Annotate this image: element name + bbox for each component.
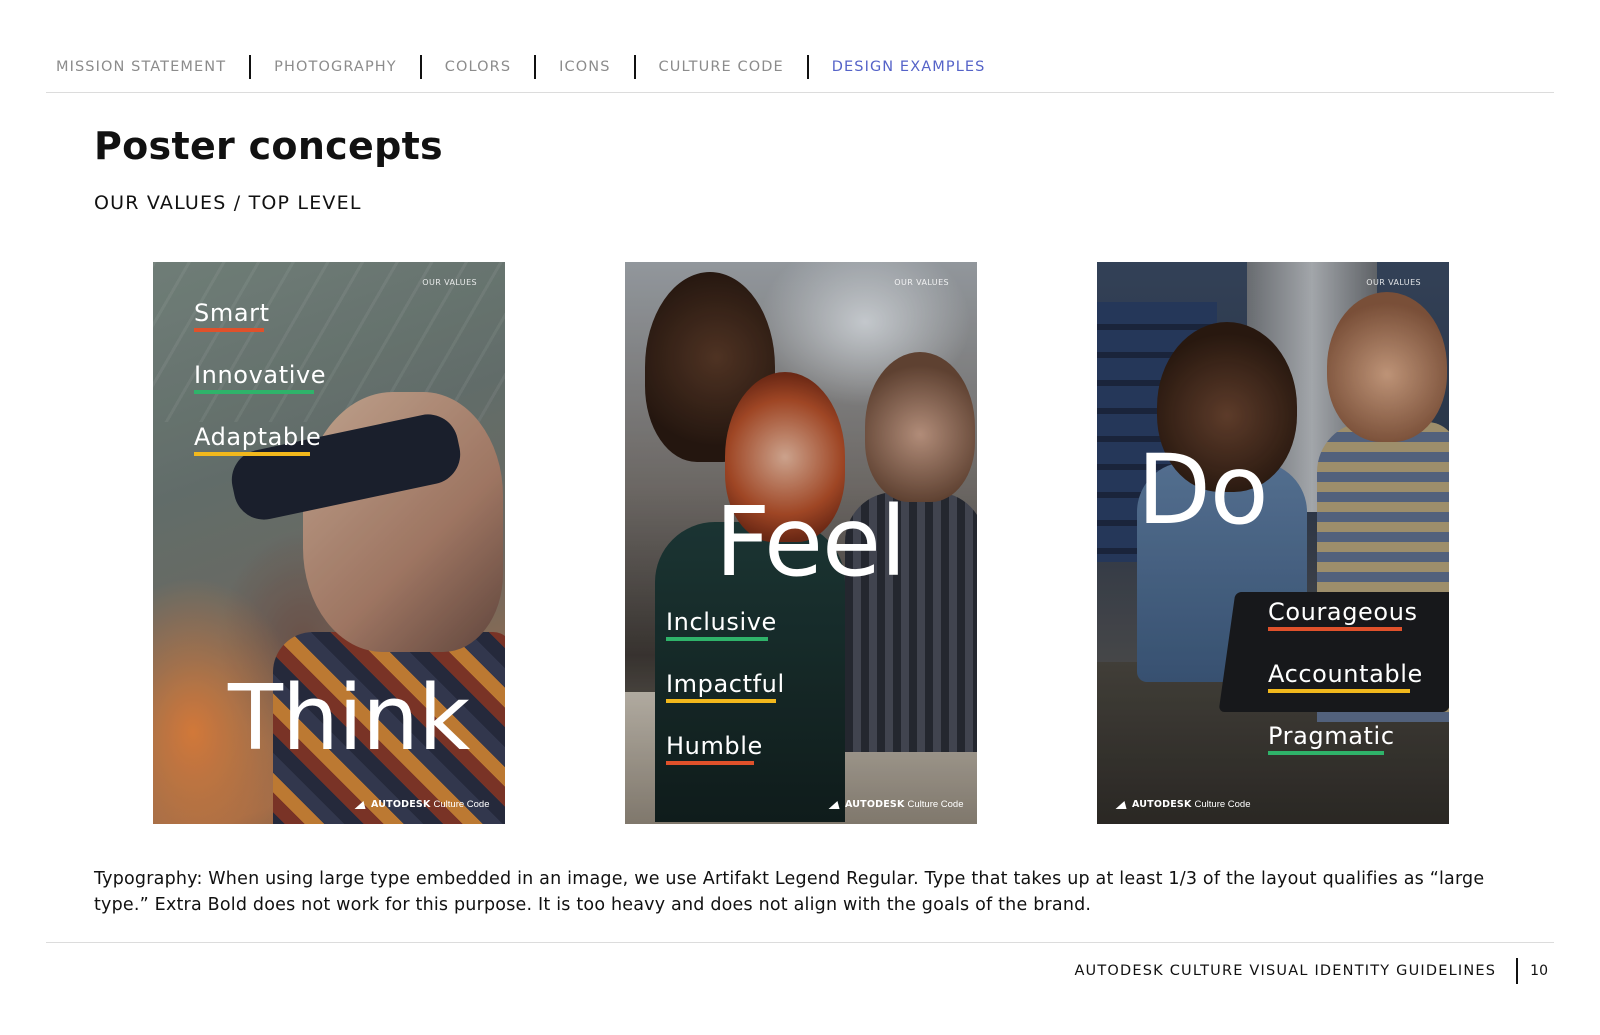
value-underline [1268, 627, 1402, 631]
nav-divider [534, 55, 537, 79]
logo-sub: Culture Code [433, 799, 490, 810]
poster-tag: OUR VALUES [894, 278, 949, 287]
page-footer: AUTODESK CULTURE VISUAL IDENTITY GUIDELI… [1074, 958, 1548, 984]
value-underline [666, 761, 754, 765]
value-underline [194, 390, 314, 394]
nav-divider [806, 55, 809, 79]
value-underline [194, 328, 264, 332]
nav-item-design-examples[interactable]: DESIGN EXAMPLES [832, 59, 986, 75]
value-label: Impactful [666, 670, 785, 698]
value-underline [194, 452, 310, 456]
nav-divider [633, 55, 636, 79]
logo-sub: Culture Code [1194, 799, 1251, 810]
page-number: 10 [1530, 963, 1548, 979]
value-word: Inclusive [666, 608, 777, 641]
poster-do: OUR VALUES Do Courageous Accountable Pra… [1097, 262, 1449, 824]
nav-item-photography[interactable]: PHOTOGRAPHY [274, 59, 397, 75]
section-subtitle: OUR VALUES / TOP LEVEL [94, 192, 362, 214]
autodesk-logo-icon [1117, 801, 1129, 809]
value-label: Humble [666, 732, 763, 760]
autodesk-logo: AUTODESK Culture Code [830, 799, 964, 810]
typography-note: Typography: When using large type embedd… [94, 869, 1485, 915]
nav-divider [249, 55, 252, 79]
value-label: Inclusive [666, 608, 777, 636]
nav-item-colors[interactable]: COLORS [445, 59, 511, 75]
value-word: Smart [194, 299, 270, 332]
logo-brand: AUTODESK [845, 799, 905, 810]
value-label: Courageous [1268, 598, 1418, 626]
value-word: Accountable [1268, 660, 1423, 693]
poster-big-word: Think [228, 666, 470, 771]
autodesk-logo-icon [830, 801, 842, 809]
nav-item-mission-statement[interactable]: MISSION STATEMENT [56, 59, 226, 75]
nav-item-culture-code[interactable]: CULTURE CODE [659, 59, 784, 75]
logo-brand: AUTODESK [371, 799, 431, 810]
footer-divider [46, 942, 1554, 943]
header-divider [46, 92, 1554, 93]
nav-divider [419, 55, 422, 79]
poster-big-word: Feel [715, 486, 907, 598]
logo-sub: Culture Code [907, 799, 964, 810]
value-label: Innovative [194, 361, 327, 389]
nav-item-icons[interactable]: ICONS [559, 59, 610, 75]
poster-tag: OUR VALUES [1366, 278, 1421, 287]
autodesk-logo: AUTODESK Culture Code [1117, 799, 1251, 810]
footer-title: AUTODESK CULTURE VISUAL IDENTITY GUIDELI… [1074, 963, 1497, 979]
value-underline [1268, 689, 1410, 693]
value-label: Pragmatic [1268, 722, 1395, 750]
value-word: Courageous [1268, 598, 1418, 631]
poster-think: OUR VALUES Smart Innovative Adaptable Th… [153, 262, 505, 824]
logo-brand: AUTODESK [1132, 799, 1192, 810]
value-underline [666, 699, 776, 703]
poster-feel: OUR VALUES Feel Inclusive Impactful Humb… [625, 262, 977, 824]
poster-tag: OUR VALUES [422, 278, 477, 287]
value-label: Accountable [1268, 660, 1423, 688]
page-title: Poster concepts [94, 124, 443, 168]
value-underline [666, 637, 768, 641]
poster-big-word: Do [1137, 434, 1269, 546]
value-word: Adaptable [194, 423, 321, 456]
footer-divider-bar [1516, 958, 1519, 984]
value-word: Innovative [194, 361, 326, 394]
autodesk-logo-icon [356, 801, 368, 809]
top-navigation: MISSION STATEMENT PHOTOGRAPHY COLORS ICO… [46, 52, 985, 82]
value-label: Adaptable [194, 423, 322, 451]
value-label: Smart [194, 299, 270, 327]
value-underline [1268, 751, 1384, 755]
value-word: Humble [666, 732, 763, 765]
autodesk-logo: AUTODESK Culture Code [356, 799, 490, 810]
value-word: Impactful [666, 670, 785, 703]
value-word: Pragmatic [1268, 722, 1395, 755]
